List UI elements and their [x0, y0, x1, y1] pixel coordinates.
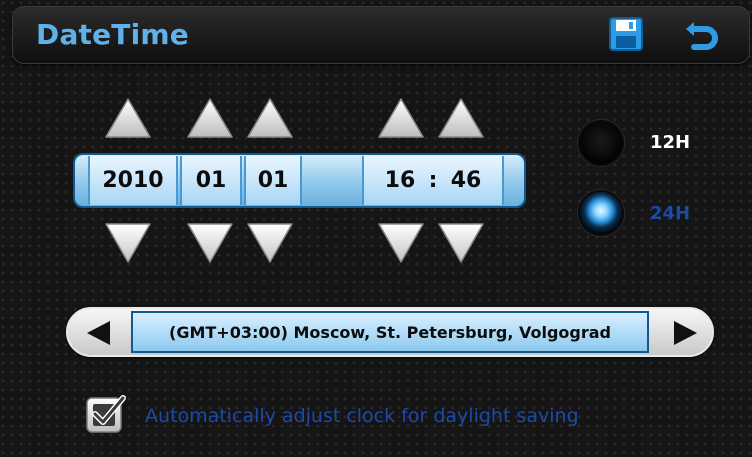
- floppy-disk-icon: [609, 17, 643, 51]
- timezone-next-button[interactable]: [670, 318, 700, 348]
- triangle-down-icon: [105, 223, 151, 263]
- triangle-up-icon: [247, 98, 293, 138]
- arrow-right-icon: [674, 321, 697, 345]
- triangle-up-icon: [378, 98, 424, 138]
- month-down-arrow[interactable]: [186, 222, 234, 264]
- radio-12h[interactable]: [578, 120, 624, 166]
- triangle-up-icon: [187, 98, 233, 138]
- month-up-arrow[interactable]: [186, 97, 234, 139]
- minute-up-arrow[interactable]: [437, 97, 485, 139]
- minute-down-arrow[interactable]: [437, 222, 485, 264]
- day-down-arrow[interactable]: [246, 222, 294, 264]
- label-24h: 24H: [650, 203, 691, 224]
- save-button[interactable]: [604, 12, 648, 56]
- datetime-screen: DateTime 2010 01 01 16 : 46 12H 24H (GMT…: [0, 0, 752, 457]
- time-field[interactable]: 16 : 46: [362, 156, 504, 205]
- timezone-field[interactable]: (GMT+03:00) Moscow, St. Petersburg, Volg…: [131, 311, 649, 353]
- triangle-down-icon: [187, 223, 233, 263]
- triangle-up-icon: [105, 98, 151, 138]
- triangle-down-icon: [247, 223, 293, 263]
- arrow-left-icon: [87, 321, 110, 345]
- time-separator: :: [428, 168, 438, 193]
- hour-value: 16: [384, 168, 416, 193]
- triangle-up-icon: [438, 98, 484, 138]
- triangle-down-icon: [378, 223, 424, 263]
- page-title: DateTime: [36, 18, 189, 51]
- checkmark-icon: [86, 395, 126, 433]
- hour-up-arrow[interactable]: [377, 97, 425, 139]
- dst-label: Automatically adjust clock for daylight …: [145, 405, 579, 427]
- minute-value: 46: [450, 168, 482, 193]
- year-down-arrow[interactable]: [104, 222, 152, 264]
- triangle-down-icon: [438, 223, 484, 263]
- year-up-arrow[interactable]: [104, 97, 152, 139]
- dst-checkbox[interactable]: [85, 394, 127, 436]
- back-button[interactable]: [682, 12, 726, 56]
- year-field[interactable]: 2010: [88, 156, 178, 205]
- hour-down-arrow[interactable]: [377, 222, 425, 264]
- day-up-arrow[interactable]: [246, 97, 294, 139]
- month-field[interactable]: 01: [180, 156, 242, 205]
- radio-24h[interactable]: [578, 190, 624, 236]
- label-12h: 12H: [650, 132, 691, 153]
- timezone-prev-button[interactable]: [84, 318, 114, 348]
- day-field[interactable]: 01: [244, 156, 302, 205]
- return-arrow-icon: [686, 22, 718, 50]
